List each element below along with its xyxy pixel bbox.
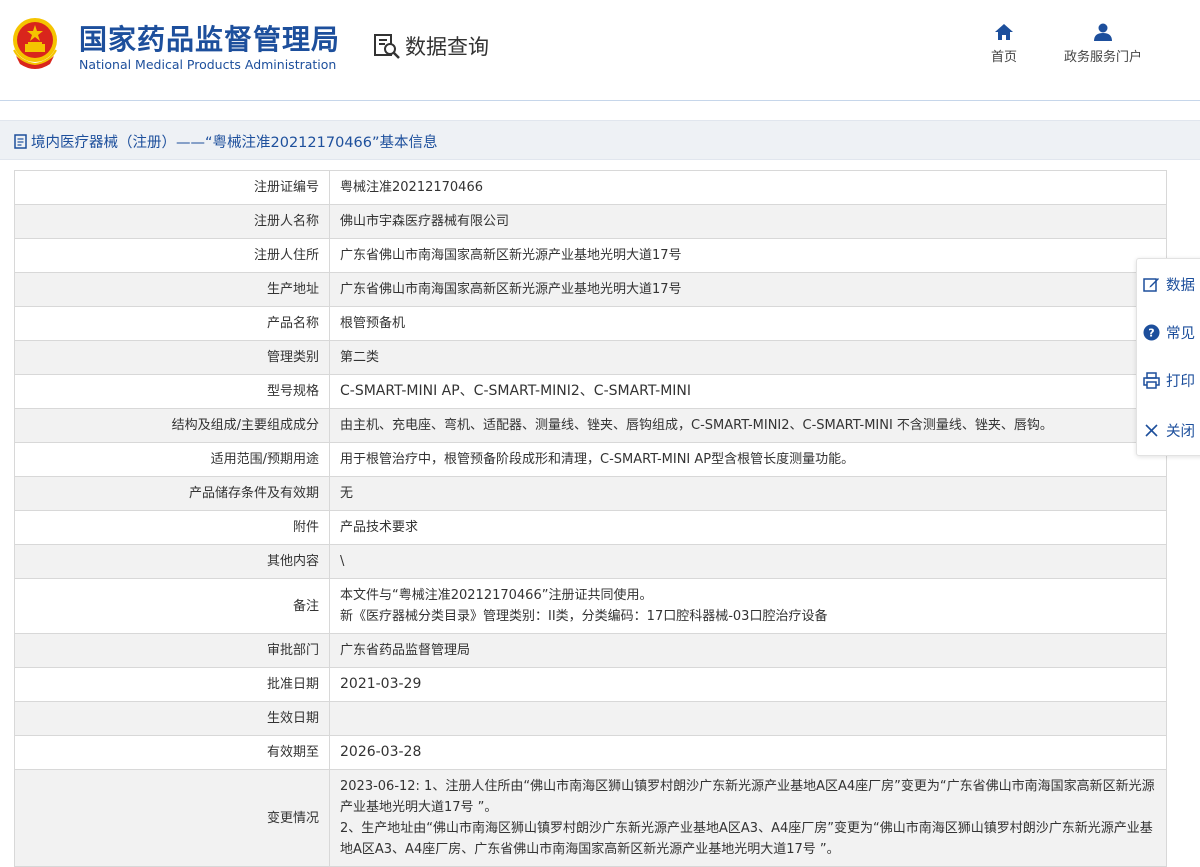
field-label: 注册人名称 [14, 204, 330, 239]
change-line: 2023-06-12: 1、注册人住所由“佛山市南海区狮山镇罗村朗沙广东新光源产… [340, 779, 1155, 815]
field-label: 产品储存条件及有效期 [14, 476, 330, 511]
field-label: 附件 [14, 510, 330, 545]
breadcrumb-bar: 境内医疗器械（注册）——“粤械注准20212170466”基本信息 [0, 120, 1200, 160]
floating-tool-panel: 数据 ? 常见 打印 关闭 [1136, 258, 1200, 456]
svg-text:?: ? [1148, 326, 1154, 339]
breadcrumb: 境内医疗器械（注册）——“粤械注准20212170466”基本信息 [14, 131, 438, 152]
field-value: C-SMART-MINI AP、C-SMART-MINI2、C-SMART-MI… [329, 374, 1167, 409]
table-row: 产品储存条件及有效期无 [14, 476, 1167, 511]
home-icon [995, 24, 1013, 40]
field-label: 生产地址 [14, 272, 330, 307]
document-icon [14, 134, 27, 149]
table-row: 结构及组成/主要组成成分 由主机、充电座、弯机、适配器、测量线、锉夹、唇钩组成，C… [14, 408, 1167, 443]
side-item-label: 数据 [1166, 277, 1195, 294]
table-row: 适用范围/预期用途 用于根管治疗中，根管预备阶段成形和清理，C-SMART-MIN… [14, 442, 1167, 477]
field-label: 产品名称 [14, 306, 330, 341]
side-item-label: 关闭 [1166, 423, 1195, 440]
close-icon [1145, 423, 1158, 437]
table-row: 管理类别 第二类 [14, 340, 1167, 375]
field-value: 2021-03-29 [329, 667, 1167, 702]
field-label: 生效日期 [14, 701, 330, 736]
field-value: 产品技术要求 [329, 510, 1167, 545]
side-item-label: 常见 [1166, 325, 1195, 342]
breadcrumb-text: 境内医疗器械（注册）——“粤械注准20212170466”基本信息 [31, 135, 438, 151]
nav-home[interactable]: 首页 [988, 22, 1020, 65]
table-row: 生产地址 广东省佛山市南海国家高新区新光源产业基地光明大道17号 [14, 272, 1167, 307]
side-item-label: 打印 [1166, 373, 1195, 390]
edit-icon [1143, 277, 1159, 292]
table-row: 产品名称 根管预备机 [14, 306, 1167, 341]
side-item-faq[interactable]: ? 常见 [1143, 321, 1195, 343]
table-row: 批准日期 2021-03-29 [14, 667, 1167, 702]
field-label: 管理类别 [14, 340, 330, 375]
field-value: 本文件与“粤械注准20212170466”注册证共同使用。新《医疗器械分类目录》… [329, 578, 1167, 634]
side-item-close[interactable]: 关闭 [1143, 419, 1195, 441]
change-line: 2、生产地址由“佛山市南海区狮山镇罗村朗沙广东新光源产业基地A区A3、A4座厂房… [340, 821, 1153, 857]
table-row: 审批部门 广东省药品监督管理局 [14, 633, 1167, 668]
table-row: 型号规格 C-SMART-MINI AP、C-SMART-MINI2、C-SMAR… [14, 374, 1167, 409]
site-header: 国家药品监督管理局 National Medical Products Admi… [0, 0, 1200, 101]
user-icon [1094, 23, 1112, 41]
agency-title: 国家药品监督管理局 [79, 23, 341, 56]
field-value: 粤械注准20212170466 [329, 170, 1167, 205]
registration-detail-table: 注册证编号 粤械注准20212170466 注册人名称 佛山市宇森医疗器械有限公司 … [14, 170, 1167, 867]
nav-home-label: 首页 [990, 50, 1017, 65]
field-label: 注册证编号 [14, 170, 330, 205]
field-label: 型号规格 [14, 374, 330, 409]
national-emblem-icon [13, 18, 57, 69]
side-item-data[interactable]: 数据 [1143, 273, 1195, 295]
table-row: 有效期至 2026-03-28 [14, 735, 1167, 770]
table-row: 注册人名称 佛山市宇森医疗器械有限公司 [14, 204, 1167, 239]
field-value: 2023-06-12: 1、注册人住所由“佛山市南海区狮山镇罗村朗沙广东新光源产… [329, 769, 1167, 867]
table-row: 变更情况 2023-06-12: 1、注册人住所由“佛山市南海区狮山镇罗村朗沙广东… [14, 769, 1167, 867]
field-value [329, 701, 1167, 736]
agency-title-en: National Medical Products Administration [79, 57, 337, 72]
field-value: 根管预备机 [329, 306, 1167, 341]
data-query-link[interactable]: 数据查询 [373, 31, 489, 61]
field-value: 2026-03-28 [329, 735, 1167, 770]
field-value: 无 [329, 476, 1167, 511]
field-value: 广东省佛山市南海国家高新区新光源产业基地光明大道17号 [329, 272, 1167, 307]
remark-line: 本文件与“粤械注准20212170466”注册证共同使用。 [340, 588, 653, 603]
document-search-icon [374, 34, 400, 59]
table-row: 注册证编号 粤械注准20212170466 [14, 170, 1167, 205]
data-query-label: 数据查询 [405, 35, 489, 59]
field-value: 广东省药品监督管理局 [329, 633, 1167, 668]
field-value: 由主机、充电座、弯机、适配器、测量线、锉夹、唇钩组成，C-SMART-MINI2… [329, 408, 1167, 443]
field-value: 广东省佛山市南海国家高新区新光源产业基地光明大道17号 [329, 238, 1167, 273]
field-value: 佛山市宇森医疗器械有限公司 [329, 204, 1167, 239]
field-value: \ [329, 544, 1167, 579]
table-row: 附件 产品技术要求 [14, 510, 1167, 545]
help-icon: ? [1143, 324, 1160, 340]
field-value: 用于根管治疗中，根管预备阶段成形和清理，C-SMART-MINI AP型含根管长… [329, 442, 1167, 477]
print-icon [1143, 371, 1160, 389]
field-label: 有效期至 [14, 735, 330, 770]
table-row: 备注 本文件与“粤械注准20212170466”注册证共同使用。新《医疗器械分类目… [14, 578, 1167, 634]
field-value: 第二类 [329, 340, 1167, 375]
table-row: 生效日期 [14, 701, 1167, 736]
field-label: 结构及组成/主要组成成分 [14, 408, 330, 443]
table-row: 其他内容 \ [14, 544, 1167, 579]
nav-gov-label: 政务服务门户 [1063, 50, 1142, 65]
table-row: 注册人住所 广东省佛山市南海国家高新区新光源产业基地光明大道17号 [14, 238, 1167, 273]
field-label: 适用范围/预期用途 [14, 442, 330, 477]
field-label: 批准日期 [14, 667, 330, 702]
field-label: 其他内容 [14, 544, 330, 579]
field-label: 变更情况 [14, 769, 330, 867]
field-label: 备注 [14, 578, 330, 634]
field-label: 审批部门 [14, 633, 330, 668]
nav-gov-portal[interactable]: 政务服务门户 [1058, 22, 1148, 65]
side-item-print[interactable]: 打印 [1143, 369, 1195, 391]
field-label: 注册人住所 [14, 238, 330, 273]
remark-line: 新《医疗器械分类目录》管理类别：II类，分类编码：17口腔科器械-03口腔治疗设… [340, 609, 828, 624]
